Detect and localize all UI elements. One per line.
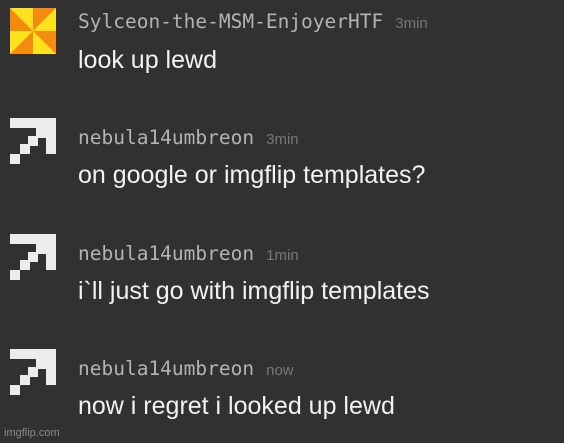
pinwheel-avatar-icon[interactable] <box>10 8 56 54</box>
username-text[interactable]: nebula14umbreon <box>78 126 254 149</box>
message-text: look up lewd <box>78 46 217 74</box>
timestamp: 3min <box>395 15 428 32</box>
username[interactable]: Sylceon-the-MSM-EnjoyerHTF 3min <box>78 10 428 33</box>
username[interactable]: nebula14umbreon now <box>78 357 294 380</box>
message-text: on google or imgflip templates? <box>78 161 426 189</box>
timestamp: now <box>266 362 294 379</box>
pixel-arrow-avatar-icon[interactable] <box>10 118 56 164</box>
username-text[interactable]: nebula14umbreon <box>78 357 254 380</box>
username-text[interactable]: Sylceon-the-MSM-EnjoyerHTF <box>78 10 383 33</box>
chat-message: nebula14umbreon now now i regret i looked… <box>0 337 564 437</box>
chat-message: nebula14umbreon 1min i`ll just go with im… <box>0 222 564 322</box>
message-text: i`ll just go with imgflip templates <box>78 277 430 305</box>
username[interactable]: nebula14umbreon 3min <box>78 126 299 149</box>
pixel-arrow-avatar-icon[interactable] <box>10 349 56 395</box>
message-text: now i regret i looked up lewd <box>78 392 395 420</box>
username[interactable]: nebula14umbreon 1min <box>78 242 299 265</box>
username-text[interactable]: nebula14umbreon <box>78 242 254 265</box>
chat-message: nebula14umbreon 3min on google or imgflip… <box>0 106 564 206</box>
timestamp: 3min <box>266 131 299 148</box>
watermark: imgflip.com <box>4 427 60 439</box>
chat-message: Sylceon-the-MSM-EnjoyerHTF 3min look up l… <box>0 0 564 100</box>
timestamp: 1min <box>266 247 299 264</box>
pixel-arrow-avatar-icon[interactable] <box>10 234 56 280</box>
